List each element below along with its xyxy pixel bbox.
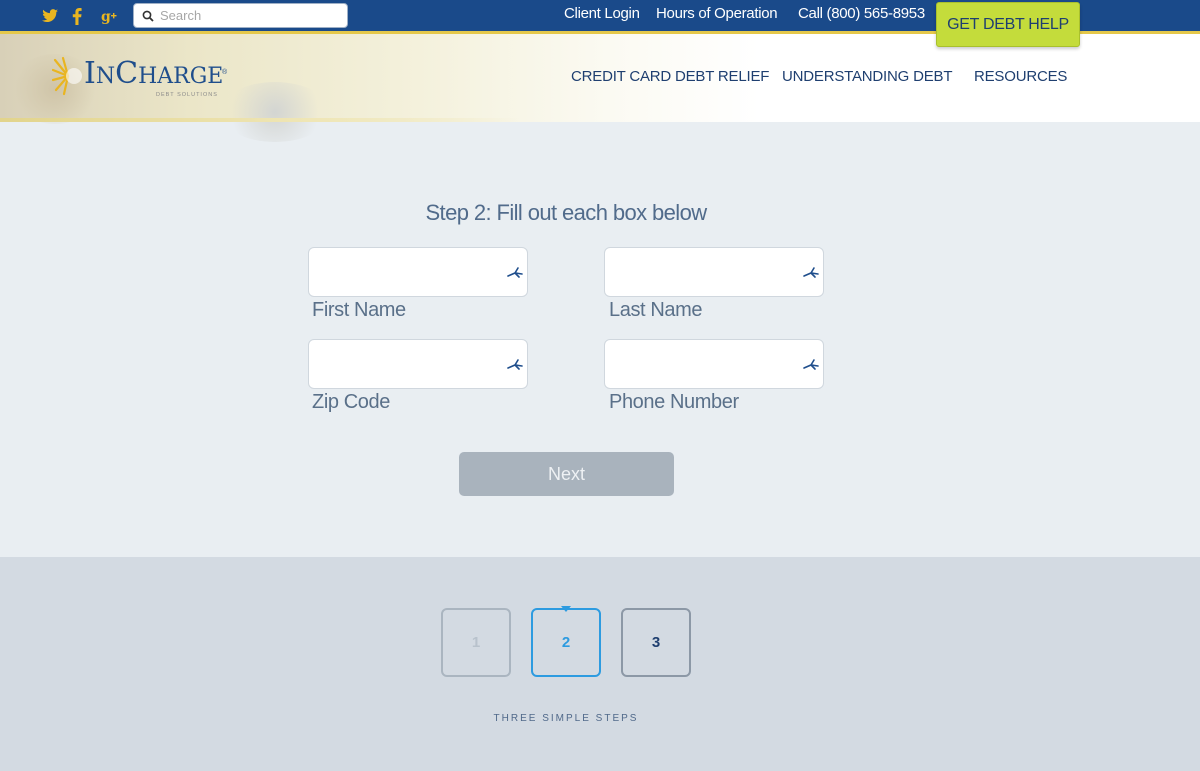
form-step-title: Step 2: Fill out each box below <box>425 200 707 225</box>
header-accent <box>0 118 520 122</box>
search-input[interactable] <box>160 6 340 25</box>
steps-caption: THREE SIMPLE STEPS <box>493 713 639 724</box>
search-box <box>133 3 348 28</box>
site-header: INCHARGE ® DEBT SOLUTIONS CREDIT CARD DE… <box>0 34 1200 142</box>
nav-credit-card-debt-relief[interactable]: CREDIT CARD DEBT RELIEF <box>571 68 769 85</box>
autofill-icon <box>507 267 523 278</box>
last-name-field[interactable] <box>604 247 824 297</box>
search-icon <box>142 10 154 22</box>
phone-number-field[interactable] <box>604 339 824 389</box>
logo[interactable]: INCHARGE <box>84 56 223 91</box>
nav-understanding-debt[interactable]: UNDERSTANDING DEBT <box>782 68 953 85</box>
current-step-indicator <box>561 606 571 612</box>
twitter-icon[interactable] <box>40 5 60 27</box>
google-plus-icon[interactable]: g <box>100 5 120 27</box>
step-1-box[interactable]: 1 <box>441 608 511 677</box>
first-name-input[interactable] <box>319 260 499 284</box>
first-name-label: First Name <box>312 299 406 321</box>
zip-code-input[interactable] <box>319 352 499 376</box>
logo-sun-icon <box>52 56 82 96</box>
autofill-icon <box>507 359 523 370</box>
last-name-label: Last Name <box>609 299 703 321</box>
first-name-field[interactable] <box>308 247 528 297</box>
steps-section: 1 2 3 THREE SIMPLE STEPS <box>0 557 1200 771</box>
client-login-link[interactable]: Client Login <box>564 5 640 22</box>
autofill-icon <box>803 359 819 370</box>
call-phone-link[interactable]: Call (800) 565-8953 <box>798 5 925 22</box>
hours-of-operation-link[interactable]: Hours of Operation <box>656 5 778 22</box>
step-2-box[interactable]: 2 <box>531 608 601 677</box>
next-button[interactable]: Next <box>459 452 674 496</box>
zip-code-field[interactable] <box>308 339 528 389</box>
facebook-icon[interactable] <box>70 5 84 27</box>
step-3-box[interactable]: 3 <box>621 608 691 677</box>
last-name-input[interactable] <box>615 260 795 284</box>
autofill-icon <box>803 267 819 278</box>
logo-subtitle: DEBT SOLUTIONS <box>156 92 218 98</box>
phone-number-input[interactable] <box>615 352 795 376</box>
nav-resources[interactable]: RESOURCES <box>974 68 1067 85</box>
zip-code-label: Zip Code <box>312 391 390 413</box>
svg-text:g: g <box>101 9 111 24</box>
logo-registered-mark: ® <box>222 69 228 76</box>
phone-number-label: Phone Number <box>609 391 739 413</box>
get-debt-help-button[interactable]: GET DEBT HELP <box>936 2 1080 47</box>
